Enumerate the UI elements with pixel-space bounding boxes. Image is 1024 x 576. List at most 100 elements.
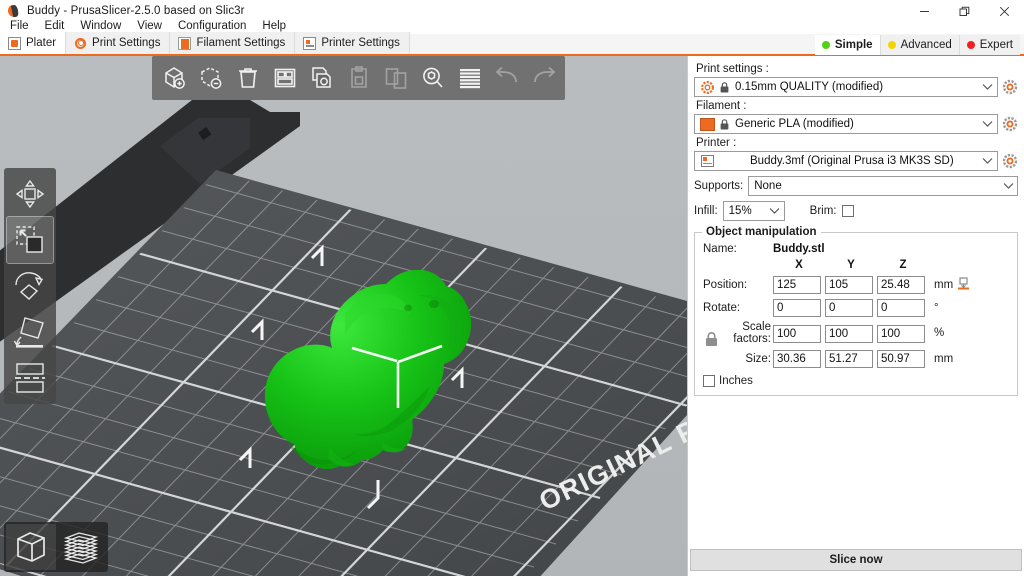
- supports-label: Supports:: [694, 180, 744, 192]
- brim-checkbox[interactable]: [841, 205, 854, 217]
- mode-simple[interactable]: Simple: [814, 35, 881, 55]
- inches-label: Inches: [719, 375, 753, 387]
- mode-selector: Simple Advanced Expert: [814, 35, 1020, 55]
- chevron-down-icon[interactable]: [1000, 182, 1016, 190]
- uniform-scale-lock-icon[interactable]: [705, 332, 718, 352]
- menu-help[interactable]: Help: [254, 19, 294, 33]
- filament-color-swatch: [700, 117, 715, 132]
- infill-label: Infill:: [694, 205, 718, 217]
- quality-gear-icon: [700, 80, 715, 95]
- print-settings-label: Print settings :: [696, 63, 769, 75]
- mode-advanced[interactable]: Advanced: [880, 35, 960, 55]
- tab-printer-settings-label: Printer Settings: [321, 37, 400, 49]
- preview-layers-view-icon[interactable]: [56, 524, 106, 570]
- infill-combo[interactable]: 15%: [722, 201, 785, 221]
- tab-print-settings[interactable]: Print Settings: [66, 32, 171, 54]
- chevron-down-icon[interactable]: [979, 83, 995, 91]
- copy-icon[interactable]: [303, 59, 340, 97]
- tab-plater[interactable]: Plater: [0, 32, 67, 56]
- chevron-down-icon[interactable]: [767, 207, 783, 215]
- filament-edit-gear-icon[interactable]: [1002, 116, 1018, 132]
- axis-z-header: Z: [899, 259, 907, 271]
- plater-icon: [8, 36, 21, 50]
- printer-row: Buddy.3mf (Original Prusa i3 MK3S SD): [694, 151, 1018, 171]
- filament-row: Generic PLA (modified): [694, 114, 1018, 134]
- size-z-input[interactable]: [877, 350, 925, 368]
- inches-checkbox[interactable]: [703, 375, 715, 387]
- editor-view-icon[interactable]: [6, 524, 56, 570]
- 3d-scene: ORIGINAL PRUS: [0, 56, 688, 576]
- prusaslicer-window: Buddy - PrusaSlicer-2.5.0 based on Slic3…: [0, 0, 1024, 576]
- scale-gizmo-icon[interactable]: [6, 216, 54, 264]
- scale-y-input[interactable]: [825, 324, 873, 343]
- print-settings-combo[interactable]: 0.15mm QUALITY (modified): [694, 77, 998, 97]
- size-x-input[interactable]: [773, 350, 821, 368]
- mode-simple-label: Simple: [834, 39, 873, 51]
- drop-to-bed-icon[interactable]: [957, 276, 970, 293]
- menu-configuration[interactable]: Configuration: [170, 19, 254, 33]
- search-icon[interactable]: [414, 59, 451, 97]
- tab-plater-label: Plater: [26, 37, 57, 49]
- gizmo-toolbar: [4, 168, 56, 404]
- printer-edit-gear-icon[interactable]: [1002, 153, 1018, 169]
- rotate-z-input[interactable]: [877, 299, 925, 317]
- filament-combo[interactable]: Generic PLA (modified): [694, 114, 998, 134]
- size-unit: mm: [934, 352, 954, 365]
- mode-expert[interactable]: Expert: [959, 35, 1020, 55]
- cut-gizmo-icon[interactable]: [7, 355, 53, 401]
- print-settings-value: 0.15mm QUALITY (modified): [735, 81, 884, 93]
- position-z-input[interactable]: [877, 276, 925, 294]
- scale-unit: %: [934, 327, 945, 339]
- position-y-input[interactable]: [825, 276, 873, 294]
- print-settings-gear-icon: [74, 37, 87, 50]
- menu-edit[interactable]: Edit: [37, 19, 73, 33]
- menu-view[interactable]: View: [129, 19, 170, 33]
- place-on-face-gizmo-icon[interactable]: [7, 309, 53, 355]
- chevron-down-icon[interactable]: [979, 157, 995, 165]
- filament-label: Filament :: [696, 100, 747, 112]
- rotate-label: Rotate:: [703, 301, 741, 314]
- delete-selected-icon[interactable]: [192, 59, 229, 97]
- rotate-y-input[interactable]: [825, 299, 873, 317]
- mode-simple-dot-icon: [821, 41, 830, 49]
- position-x-input[interactable]: [773, 276, 821, 294]
- printer-combo[interactable]: Buddy.3mf (Original Prusa i3 MK3S SD): [694, 151, 998, 171]
- axis-y-header: Y: [847, 259, 855, 271]
- paste-icon: [340, 59, 377, 97]
- mode-advanced-label: Advanced: [900, 39, 952, 51]
- delete-all-icon[interactable]: [229, 59, 266, 97]
- object-name-value: Buddy.stl: [773, 243, 825, 255]
- add-object-icon[interactable]: [155, 59, 192, 97]
- supports-value: None: [754, 180, 782, 192]
- rotate-unit: °: [934, 301, 939, 314]
- supports-combo[interactable]: None: [748, 176, 1018, 196]
- scale-x-input[interactable]: [773, 324, 821, 343]
- object-manipulation-grid: Name: Buddy.stl X Y Z Position: mm: [703, 243, 1009, 368]
- tab-printer-settings[interactable]: Printer Settings: [295, 32, 410, 54]
- chevron-down-icon[interactable]: [979, 120, 995, 128]
- print-settings-edit-gear-icon[interactable]: [1002, 79, 1018, 95]
- mode-advanced-dot-icon: [887, 41, 896, 49]
- size-label: Size:: [745, 352, 771, 365]
- 3d-viewport[interactable]: ORIGINAL PRUS: [0, 56, 688, 576]
- variable-layer-height-icon[interactable]: [451, 59, 488, 97]
- object-manipulation-title: Object manipulation: [702, 226, 821, 238]
- slice-now-button[interactable]: Slice now: [690, 549, 1022, 571]
- position-unit-cell: mm: [929, 276, 1009, 293]
- printer-label: Printer :: [696, 137, 737, 149]
- rotate-gizmo-icon[interactable]: [7, 263, 53, 309]
- mode-expert-label: Expert: [979, 39, 1013, 51]
- tab-filament-settings[interactable]: Filament Settings: [170, 32, 296, 54]
- scale-z-input[interactable]: [877, 324, 925, 343]
- move-gizmo-icon[interactable]: [7, 171, 53, 217]
- prusaslicer-logo-icon: [6, 3, 20, 18]
- size-y-input[interactable]: [825, 350, 873, 368]
- menu-window[interactable]: Window: [72, 19, 129, 33]
- arrange-icon[interactable]: [266, 59, 303, 97]
- lock-closed-icon: [718, 81, 730, 93]
- rotate-x-input[interactable]: [773, 299, 821, 317]
- printer-value: Buddy.3mf (Original Prusa i3 MK3S SD): [750, 155, 954, 167]
- menu-file[interactable]: File: [2, 19, 37, 33]
- infill-value: 15%: [728, 205, 752, 217]
- lock-closed-icon: [718, 118, 730, 130]
